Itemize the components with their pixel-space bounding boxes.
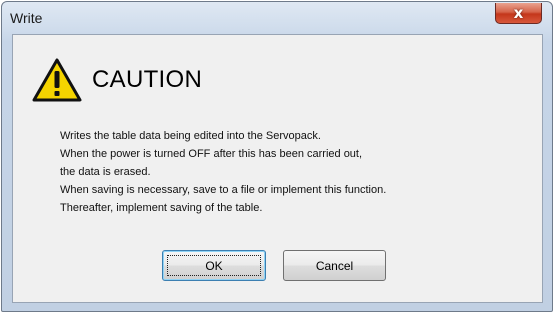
cancel-button[interactable]: Cancel (283, 250, 386, 281)
message-line: Thereafter, implement saving of the tabl… (60, 202, 263, 214)
dialog-body: CAUTION Writes the table data being edit… (12, 34, 543, 303)
close-icon: x (513, 4, 524, 22)
message-line: When the power is turned OFF after this … (60, 148, 363, 160)
ok-button[interactable]: OK (162, 250, 266, 281)
caution-message: Writes the table data being edited into … (60, 127, 386, 217)
write-dialog: Write x CAUTION Writes the table data be… (1, 1, 553, 312)
message-line: Writes the table data being edited into … (60, 130, 321, 142)
caution-heading: CAUTION (92, 66, 203, 93)
close-button[interactable]: x (495, 3, 542, 24)
window-title: Write (10, 10, 43, 26)
warning-triangle-icon (32, 58, 82, 102)
message-line: the data is erased. (60, 166, 151, 178)
cancel-button-label: Cancel (315, 258, 354, 273)
message-line: When saving is necessary, save to a file… (60, 184, 387, 196)
caution-header: CAUTION (32, 55, 202, 105)
title-bar[interactable]: Write x (2, 2, 552, 34)
focus-ring (167, 255, 261, 276)
